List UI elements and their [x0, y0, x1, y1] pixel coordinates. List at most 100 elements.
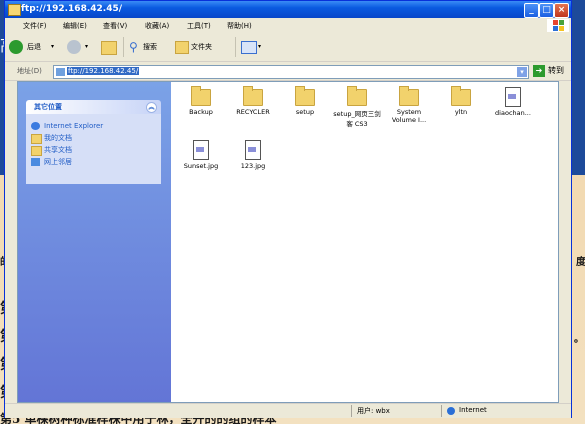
- views-dropdown-icon: ▾: [258, 43, 262, 50]
- image-file-icon: [193, 140, 209, 160]
- windows-logo-icon: [547, 19, 569, 32]
- ie-icon: [31, 122, 40, 130]
- go-arrow-icon: ➔: [533, 65, 545, 77]
- toolbar: 后退 ▾ ▾ ⚲ 搜索 文件夹 ▾: [5, 33, 571, 62]
- file-item-setup-cs3[interactable]: setup_网页三剑客 CS3: [332, 84, 382, 128]
- sidebar-item-my-documents[interactable]: 我的文档: [26, 132, 161, 144]
- file-name: Sunset.jpg: [183, 162, 219, 170]
- content-area: 其它位置 ︽ Internet Explorer 我的文档 共享文档 网上邻居 …: [17, 81, 559, 403]
- file-name: setup: [295, 108, 315, 116]
- title-bar[interactable]: ftp://192.168.42.45/ _ □ ×: [5, 1, 571, 18]
- other-places-title: 其它位置: [34, 103, 62, 111]
- menu-help[interactable]: 帮助(H): [227, 21, 252, 31]
- folders-icon: [175, 41, 189, 54]
- sidebar-item-internet-explorer[interactable]: Internet Explorer: [26, 120, 161, 132]
- file-name: yltn: [454, 108, 468, 116]
- file-item-123[interactable]: 123.jpg: [228, 137, 278, 170]
- file-name: 123.jpg: [240, 162, 266, 170]
- sidebar-item-label: 我的文档: [44, 134, 72, 142]
- menu-tools[interactable]: 工具(T): [187, 21, 211, 31]
- up-folder-icon: [101, 41, 117, 55]
- file-item-setup[interactable]: setup: [280, 84, 330, 116]
- image-file-icon: [245, 140, 261, 160]
- collapse-chevron-icon[interactable]: ︽: [146, 102, 157, 113]
- background-period: 。: [574, 334, 584, 345]
- address-input[interactable]: ftp://192.168.42.45/ ▾: [53, 65, 529, 79]
- status-zone: Internet: [459, 406, 487, 414]
- sidebar-item-label: Internet Explorer: [44, 122, 104, 130]
- up-folder-button[interactable]: [101, 38, 117, 56]
- back-label: 后退: [27, 43, 41, 51]
- shared-folder-icon: [31, 146, 42, 156]
- folder-icon: [451, 86, 471, 106]
- folder-icon: [191, 86, 211, 106]
- forward-arrow-icon: [67, 40, 81, 54]
- folder-icon: [399, 86, 419, 106]
- file-item-sunset[interactable]: Sunset.jpg: [176, 137, 226, 170]
- internet-zone-icon: [447, 407, 455, 415]
- file-item-backup[interactable]: Backup: [176, 84, 226, 116]
- file-name: setup_网页三剑客 CS3: [333, 110, 381, 128]
- file-item-recycler[interactable]: RECYCLER: [228, 84, 278, 116]
- task-pane: 其它位置 ︽ Internet Explorer 我的文档 共享文档 网上邻居: [18, 82, 171, 402]
- forward-dropdown-icon[interactable]: ▾: [85, 38, 88, 56]
- sidebar-item-shared-documents[interactable]: 共享文档: [26, 144, 161, 156]
- file-item-diaochan[interactable]: diaochan...: [488, 84, 538, 117]
- status-divider: [441, 405, 442, 417]
- folder-icon: [243, 86, 263, 106]
- folder-icon: [295, 86, 315, 106]
- other-places-list: Internet Explorer 我的文档 共享文档 网上邻居: [26, 114, 161, 184]
- address-value: ftp://192.168.42.45/: [67, 67, 140, 75]
- status-user: 用户: wbx: [357, 407, 390, 415]
- address-label: 地址(D): [17, 67, 42, 75]
- address-dropdown-icon[interactable]: ▾: [517, 67, 527, 77]
- toolbar-separator: [123, 37, 124, 57]
- file-name: Backup: [189, 108, 213, 116]
- file-name: System Volume I...: [391, 108, 427, 124]
- sidebar-item-label: 网上邻居: [44, 158, 72, 166]
- status-bar: 用户: wbx Internet: [5, 403, 571, 418]
- file-list: Backup RECYCLER setup setup_网页三剑客 CS3 Sy…: [173, 82, 558, 402]
- sidebar-item-label: 共享文档: [44, 146, 72, 154]
- other-places-header[interactable]: 其它位置 ︽: [26, 100, 161, 114]
- other-places-box: 其它位置 ︽ Internet Explorer 我的文档 共享文档 网上邻居: [26, 100, 161, 184]
- documents-icon: [31, 134, 42, 144]
- back-button[interactable]: 后退 ▾: [9, 38, 61, 56]
- maximize-button[interactable]: □: [539, 3, 554, 18]
- folders-label: 文件夹: [191, 43, 212, 51]
- menu-favorites[interactable]: 收藏(A): [145, 21, 169, 31]
- file-name: diaochan...: [495, 109, 531, 117]
- toolbar-separator: [235, 37, 236, 57]
- sidebar-item-network-places[interactable]: 网上邻居: [26, 156, 161, 168]
- minimize-button[interactable]: _: [524, 3, 539, 18]
- close-button[interactable]: ×: [554, 3, 569, 18]
- back-dropdown-icon[interactable]: ▾: [51, 38, 54, 56]
- file-item-system-volume[interactable]: System Volume I...: [384, 84, 434, 124]
- file-item-yltn[interactable]: yltn: [436, 84, 486, 116]
- folder-icon: [347, 86, 367, 106]
- menu-view[interactable]: 查看(V): [103, 21, 127, 31]
- address-bar: 地址(D) ftp://192.168.42.45/ ▾ ➔ 转到: [5, 62, 571, 81]
- ftp-folder-icon: [56, 68, 65, 76]
- menu-edit[interactable]: 编辑(E): [63, 21, 87, 31]
- network-icon: [31, 158, 40, 166]
- go-button[interactable]: ➔ 转到: [533, 65, 571, 77]
- image-file-icon: [505, 87, 521, 107]
- search-button[interactable]: ⚲ 搜索: [129, 38, 169, 56]
- search-label: 搜索: [143, 43, 157, 51]
- back-arrow-icon: [9, 40, 23, 54]
- file-name: RECYCLER: [236, 108, 270, 116]
- folders-button[interactable]: 文件夹: [175, 38, 229, 56]
- menu-bar: 文件(F) 编辑(E) 查看(V) 收藏(A) 工具(T) 帮助(H): [5, 18, 571, 34]
- status-divider: [351, 405, 352, 417]
- menu-file[interactable]: 文件(F): [23, 21, 47, 31]
- window-title: ftp://192.168.42.45/: [21, 4, 122, 14]
- views-button[interactable]: ▾: [241, 38, 267, 56]
- forward-button[interactable]: ▾: [67, 38, 95, 56]
- go-label: 转到: [548, 66, 564, 75]
- views-icon: [241, 41, 257, 54]
- explorer-window: ftp://192.168.42.45/ _ □ × 文件(F) 编辑(E) 查…: [4, 0, 572, 418]
- search-icon: ⚲: [129, 40, 138, 54]
- background-fragment-right: 度: [576, 257, 585, 268]
- ftp-folder-icon: [8, 4, 21, 16]
